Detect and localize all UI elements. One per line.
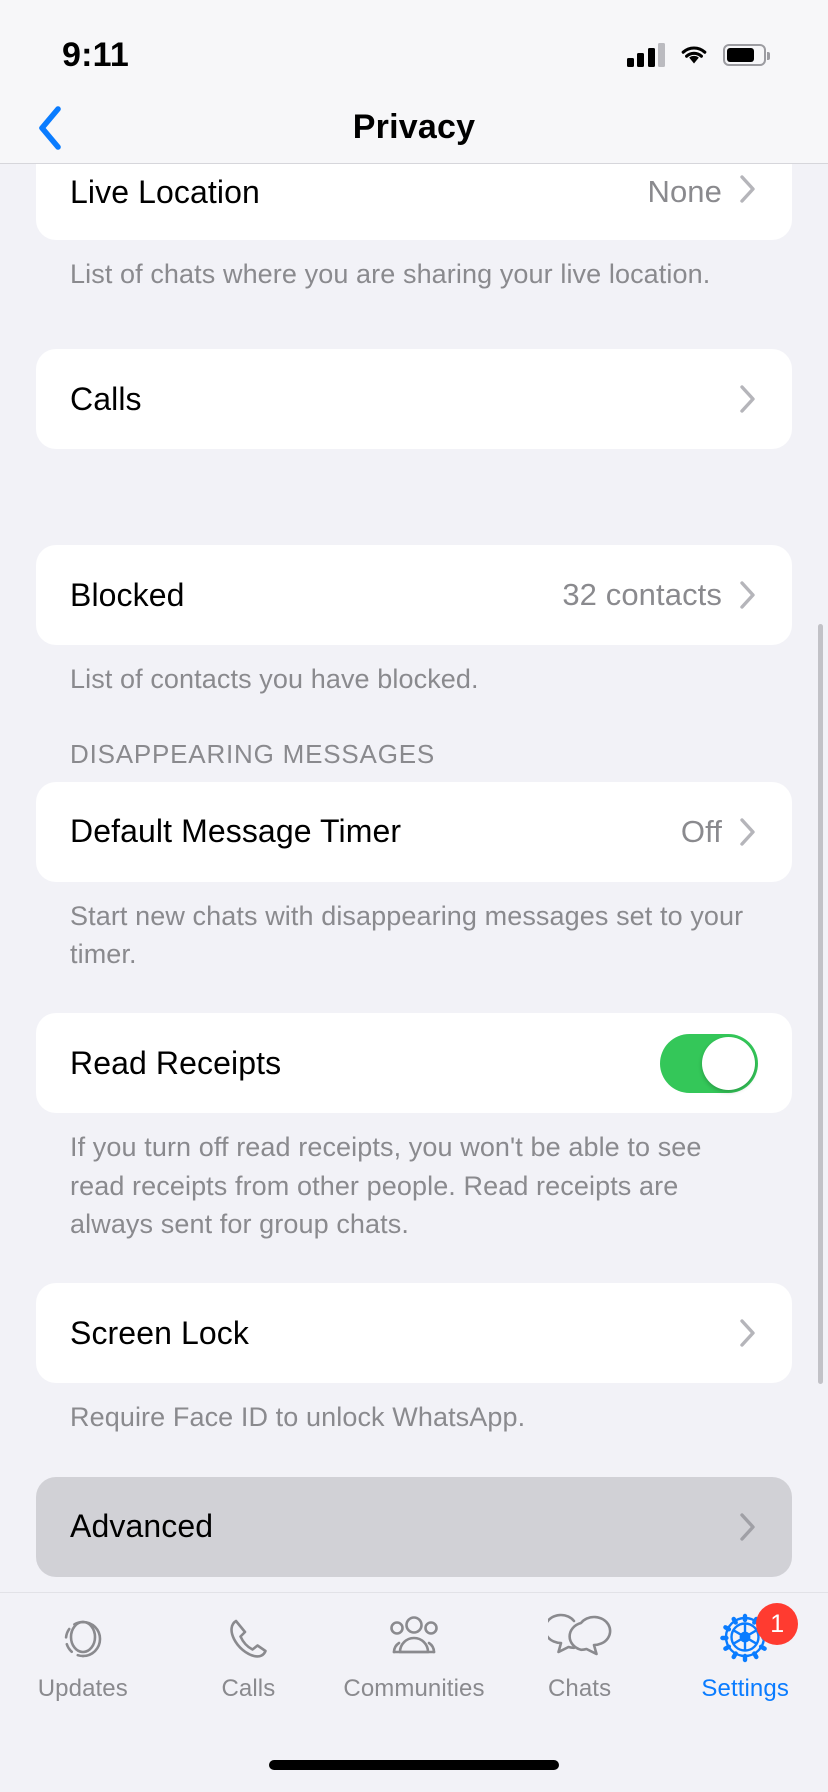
chevron-left-icon [39, 105, 61, 150]
tab-chats[interactable]: Chats [497, 1609, 663, 1703]
footer-live-location: List of chats where you are sharing your… [70, 259, 711, 289]
tab-updates[interactable]: Updates [0, 1609, 166, 1703]
tab-communities[interactable]: Communities [331, 1609, 497, 1703]
tab-calls-label: Calls [221, 1675, 276, 1702]
row-blocked-value: 32 contacts [562, 577, 722, 613]
tab-settings[interactable]: 1 Settings [662, 1603, 828, 1703]
communities-people-icon [382, 1609, 446, 1667]
settings-badge: 1 [756, 1603, 799, 1645]
cellular-signal-icon [626, 43, 665, 67]
chevron-right-icon [738, 817, 758, 847]
page-title: Privacy [352, 108, 476, 146]
home-indicator[interactable] [269, 1760, 559, 1770]
chevron-right-icon [738, 174, 758, 204]
footer-screen-lock: Require Face ID to unlock WhatsApp. [70, 1402, 526, 1433]
section-live-location: Live Location None [36, 164, 792, 240]
row-default-message-timer-value: Off [680, 813, 722, 849]
tab-updates-label: Updates [37, 1675, 128, 1702]
section-screen-lock: Screen Lock [36, 1283, 792, 1384]
updates-status-icon [54, 1609, 112, 1667]
section-header-disappearing-messages: DISAPPEARING MESSAGES [70, 738, 436, 769]
toggle-knob [702, 1036, 755, 1090]
row-default-message-timer[interactable]: Default Message Timer Off [36, 782, 792, 882]
chevron-right-icon [738, 1318, 758, 1348]
chevron-right-icon [738, 1512, 758, 1542]
section-read-receipts: Read Receipts [36, 1013, 792, 1114]
row-live-location[interactable]: Live Location None [36, 164, 792, 240]
row-advanced[interactable]: Advanced [36, 1477, 792, 1577]
home-indicator-area [0, 1738, 828, 1792]
phone-icon [219, 1609, 277, 1667]
row-screen-lock-label: Screen Lock [70, 1314, 249, 1351]
back-button[interactable] [22, 100, 78, 156]
tab-bar: Updates Calls Communities Chats 1 Settin… [0, 1592, 828, 1738]
tab-settings-label: Settings [701, 1675, 789, 1702]
tab-chats-label: Chats [547, 1675, 612, 1702]
chevron-right-icon [738, 384, 758, 414]
whatsapp-privacy-screen: 9:11 Privacy Live Location None List of … [0, 0, 828, 1792]
row-read-receipts[interactable]: Read Receipts [36, 1013, 792, 1113]
read-receipts-toggle[interactable] [660, 1033, 758, 1093]
row-live-location-value: None [647, 174, 722, 209]
battery-icon [723, 44, 770, 66]
row-screen-lock[interactable]: Screen Lock [36, 1283, 792, 1383]
section-disappearing-messages: Default Message Timer Off [36, 781, 792, 882]
tab-calls[interactable]: Calls [166, 1609, 332, 1703]
row-calls[interactable]: Calls [36, 349, 792, 449]
row-live-location-label: Live Location [70, 174, 260, 210]
row-calls-label: Calls [70, 380, 142, 417]
footer-disappearing-messages: Start new chats with disappearing messag… [70, 900, 744, 969]
row-advanced-label: Advanced [70, 1508, 214, 1545]
tab-communities-label: Communities [343, 1675, 485, 1702]
wifi-icon [681, 46, 707, 64]
section-blocked: Blocked 32 contacts [36, 545, 792, 646]
gear-icon: 1 [716, 1603, 799, 1667]
navigation-bar: Privacy [0, 92, 828, 164]
row-default-message-timer-label: Default Message Timer [70, 813, 402, 850]
scroll-indicator[interactable] [818, 624, 823, 1384]
settings-list[interactable]: Live Location None List of chats where y… [0, 164, 828, 1592]
footer-read-receipts: If you turn off read receipts, you won't… [70, 1132, 702, 1239]
status-bar-time: 9:11 [62, 35, 129, 74]
row-blocked[interactable]: Blocked 32 contacts [36, 545, 792, 645]
row-blocked-label: Blocked [70, 576, 185, 613]
section-advanced: Advanced [36, 1476, 792, 1577]
footer-blocked: List of contacts you have blocked. [70, 664, 479, 695]
section-calls: Calls [36, 349, 792, 450]
status-bar-indicators [626, 43, 770, 67]
chat-bubbles-icon [547, 1609, 612, 1667]
status-bar: 9:11 [0, 0, 828, 92]
row-read-receipts-label: Read Receipts [70, 1044, 282, 1081]
chevron-right-icon [738, 580, 758, 610]
